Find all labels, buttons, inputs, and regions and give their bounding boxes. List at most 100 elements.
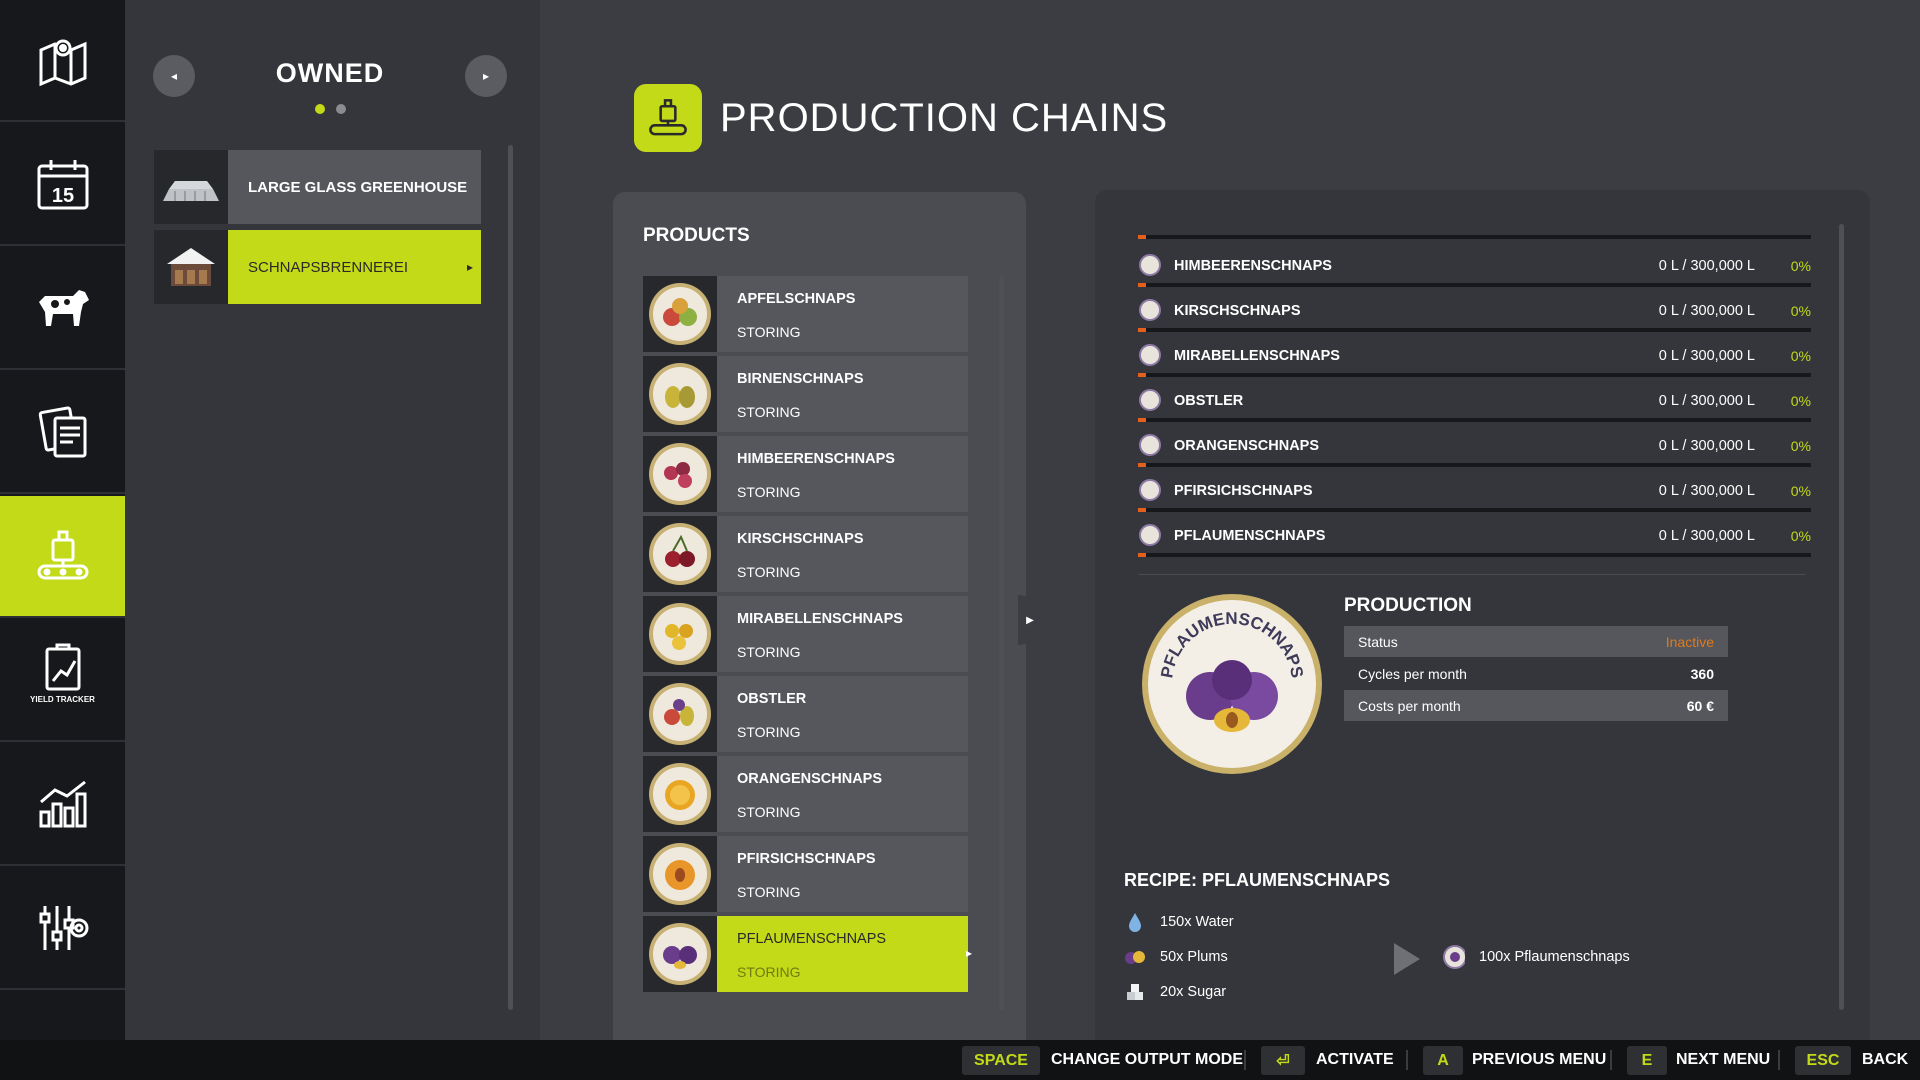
a-key-button[interactable]: A xyxy=(1423,1046,1463,1075)
page-dot-active[interactable] xyxy=(315,104,325,114)
mirabellenschnaps-icon xyxy=(1139,344,1161,366)
space-key-button[interactable]: SPACE xyxy=(962,1046,1040,1075)
storage-name: ORANGENSCHNAPS xyxy=(1174,438,1320,454)
product-item-himbeerenschnaps[interactable]: HIMBEERENSCHNAPS STORING xyxy=(643,436,968,512)
recipe-input: 20x Sugar xyxy=(1124,981,1226,1003)
previous-menu-label[interactable]: PREVIOUS MENU xyxy=(1472,1051,1606,1069)
storage-name: HIMBEERENSCHNAPS xyxy=(1174,258,1332,274)
sidebar-item-animals[interactable] xyxy=(0,248,125,370)
cycles-row: Cycles per month 360 xyxy=(1344,658,1728,689)
recipe-output-text: 100x Pflaumenschnaps xyxy=(1479,949,1630,965)
product-name: BIRNENSCHNAPS xyxy=(737,371,864,387)
sidebar-item-map[interactable] xyxy=(0,0,125,122)
product-item-pflaumenschnaps[interactable]: PFLAUMENSCHNAPS STORING xyxy=(643,916,972,992)
page-title: PRODUCTION CHAINS xyxy=(720,96,1169,140)
product-item-pfirsichschnaps[interactable]: PFIRSICHSCHNAPS STORING xyxy=(643,836,968,912)
sidebar-item-yield-tracker[interactable]: YIELD TRACKER xyxy=(0,620,125,742)
product-item-birnenschnaps[interactable]: BIRNENSCHNAPS STORING xyxy=(643,356,968,432)
recipe-output: 100x Pflaumenschnaps xyxy=(1443,945,1630,969)
owned-scrollbar[interactable] xyxy=(508,145,513,1010)
product-name: ORANGENSCHNAPS xyxy=(737,771,883,787)
storage-bar xyxy=(1138,283,1811,287)
enter-key-button[interactable]: ⏎ xyxy=(1261,1046,1305,1075)
owned-item-schnapsbrennerei[interactable]: SCHNAPSBRENNEREI xyxy=(154,230,481,304)
recipe-input: 150x Water xyxy=(1124,911,1234,933)
owned-title: OWNED xyxy=(275,58,385,88)
sidebar-item-contracts[interactable] xyxy=(0,372,125,494)
details-scrollbar[interactable] xyxy=(1839,224,1844,1010)
product-state: STORING xyxy=(737,964,801,980)
page-dot[interactable] xyxy=(336,104,346,114)
sugar-icon xyxy=(1124,981,1146,1003)
birnenschnaps-icon xyxy=(643,356,717,432)
storage-value: 0 L / 300,000 L xyxy=(1658,258,1755,274)
plums-icon xyxy=(1124,946,1146,968)
sidebar-item-calendar[interactable]: 15 xyxy=(0,124,125,246)
storage-row: KIRSCHSCHNAPS 0 L / 300,000 L 0% xyxy=(1138,298,1811,336)
storage-percent: 0% xyxy=(1790,483,1811,499)
product-name: APFELSCHNAPS xyxy=(737,291,856,307)
divider xyxy=(1610,1050,1612,1070)
cycles-value: 360 xyxy=(1690,665,1714,682)
himbeerenschnaps-icon xyxy=(1139,254,1161,276)
storage-percent: 0% xyxy=(1790,258,1811,274)
storage-bar xyxy=(1138,418,1811,422)
change-output-mode-label[interactable]: CHANGE OUTPUT MODE xyxy=(1051,1051,1243,1069)
costs-label: Costs per month xyxy=(1358,697,1461,714)
pflaumenschnaps-icon xyxy=(1139,524,1161,546)
status-row: Status Inactive xyxy=(1344,626,1728,657)
sidebar-item-statistics[interactable] xyxy=(0,744,125,866)
product-item-kirschschnaps[interactable]: KIRSCHSCHNAPS STORING xyxy=(643,516,968,592)
production-icon xyxy=(37,530,88,580)
status-value: Inactive xyxy=(1665,633,1714,650)
recipe-input-text: 20x Sugar xyxy=(1160,984,1227,1000)
arrow-right-icon: ▸ xyxy=(482,69,490,83)
panel-expand-arrow[interactable]: ▶ xyxy=(1018,595,1042,645)
contracts-icon xyxy=(38,406,86,458)
storage-percent: 0% xyxy=(1790,528,1811,544)
sidebar-item-production[interactable] xyxy=(0,496,135,618)
e-key-button[interactable]: E xyxy=(1627,1046,1667,1075)
product-name: MIRABELLENSCHNAPS xyxy=(737,611,903,627)
product-item-orangenschnaps[interactable]: ORANGENSCHNAPS STORING xyxy=(643,756,968,832)
next-menu-label[interactable]: NEXT MENU xyxy=(1676,1051,1770,1069)
storage-value: 0 L / 300,000 L xyxy=(1658,393,1755,409)
product-item-mirabellenschnaps[interactable]: MIRABELLENSCHNAPS STORING xyxy=(643,596,968,672)
status-label: Status xyxy=(1358,633,1398,650)
esc-key-button[interactable]: ESC xyxy=(1795,1046,1851,1075)
cow-icon xyxy=(38,290,89,326)
owned-next-button[interactable]: ▸ xyxy=(465,55,507,97)
storage-bar xyxy=(1138,553,1811,557)
product-item-obstler[interactable]: OBSTLER STORING xyxy=(643,676,968,752)
product-state: STORING xyxy=(737,644,801,660)
storage-name: MIRABELLENSCHNAPS xyxy=(1174,348,1340,364)
products-scrollbar[interactable] xyxy=(999,276,1004,1011)
costs-row: Costs per month 60 € xyxy=(1344,690,1728,721)
storage-bar xyxy=(1138,463,1811,467)
product-name: PFLAUMENSCHNAPS xyxy=(737,931,887,947)
product-badge: PFLAUMENSCHNAPS xyxy=(1142,594,1322,774)
owned-item-label: LARGE GLASS GREENHOUSE xyxy=(248,178,468,196)
himbeerenschnaps-icon xyxy=(643,436,717,512)
product-state: STORING xyxy=(737,884,801,900)
obstler-icon xyxy=(1139,389,1161,411)
pflaumenschnaps-icon xyxy=(643,916,717,992)
owned-prev-button[interactable]: ◂ xyxy=(153,55,195,97)
product-item-apfelschnaps[interactable]: APFELSCHNAPS STORING xyxy=(643,276,968,352)
activate-label[interactable]: ACTIVATE xyxy=(1316,1051,1394,1069)
statistics-icon xyxy=(39,780,86,828)
back-label[interactable]: BACK xyxy=(1862,1051,1908,1069)
sidebar-item-settings[interactable] xyxy=(0,868,125,990)
divider xyxy=(1778,1050,1780,1070)
recipe-input-text: 50x Plums xyxy=(1160,949,1228,965)
storage-bar xyxy=(1138,373,1811,377)
pfirsichschnaps-icon xyxy=(643,836,717,912)
owned-item-greenhouse[interactable]: LARGE GLASS GREENHOUSE xyxy=(154,150,481,224)
storage-value: 0 L / 300,000 L xyxy=(1658,348,1755,364)
product-name: HIMBEERENSCHNAPS xyxy=(737,451,895,467)
storage-row: OBSTLER 0 L / 300,000 L 0% xyxy=(1138,388,1811,426)
production-chains-icon xyxy=(634,84,702,152)
storage-name: PFLAUMENSCHNAPS xyxy=(1174,528,1326,544)
costs-value: 60 € xyxy=(1686,697,1714,714)
product-name: PFIRSICHSCHNAPS xyxy=(737,851,876,867)
